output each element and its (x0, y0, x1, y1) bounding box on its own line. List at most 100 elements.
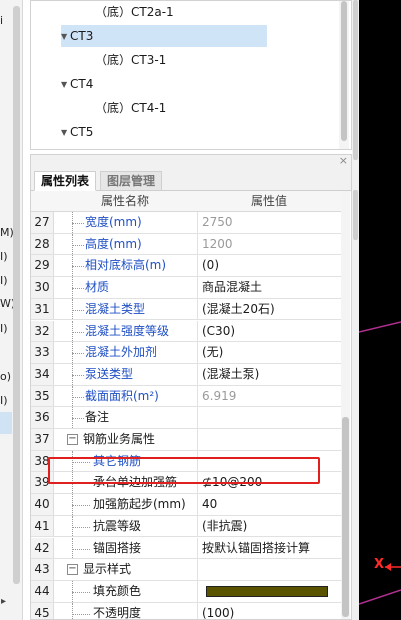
canvas-line (359, 589, 401, 605)
row-number: 31 (31, 298, 54, 320)
property-value[interactable] (197, 559, 341, 580)
property-row[interactable]: 27 宽度(mm) 2750 (31, 212, 341, 234)
tree-guide-line (72, 288, 84, 290)
fill-color-value[interactable] (197, 580, 341, 602)
color-swatch[interactable] (206, 585, 328, 597)
canvas-drawing (359, 321, 401, 605)
tree-scrollbar-thumb[interactable] (341, 1, 347, 141)
property-value[interactable]: (混凝土20石) (197, 298, 341, 320)
property-name: 抗震等级 (93, 518, 142, 533)
property-name: 高度(mm) (85, 236, 142, 251)
property-name: 泵送类型 (85, 366, 134, 381)
expand-arrow-icon[interactable]: ▼ (61, 74, 70, 96)
panel-title-bar: × (31, 155, 351, 169)
property-name: 显示样式 (83, 562, 132, 577)
tree-node[interactable]: ▼ CT5 (61, 121, 93, 143)
tab-layer-management[interactable]: 图层管理 (100, 171, 163, 191)
property-row[interactable]: 40 加强筋起步(mm) 40 (31, 494, 341, 516)
property-scrollbar[interactable] (341, 191, 350, 619)
property-row[interactable]: 32 混凝土强度等级 (C30) (31, 320, 341, 343)
expand-arrow-icon[interactable]: ▼ (61, 26, 70, 48)
property-row[interactable]: 30 材质 商品混凝土 (31, 277, 341, 299)
tree-guide-line (72, 548, 90, 550)
tree-node-label: （底）CT4-1 (95, 101, 167, 115)
drawing-canvas[interactable]: X (359, 0, 401, 620)
property-value[interactable]: 商品混凝土 (197, 277, 341, 298)
property-value[interactable]: 40 (197, 494, 341, 515)
row-number: 40 (31, 494, 54, 515)
property-value[interactable]: (混凝土泵) (197, 363, 341, 385)
property-row[interactable]: 35 截面面积(m²) 6.919 (31, 385, 341, 408)
row-number: 30 (31, 277, 54, 298)
property-name: 相对底标高(m) (85, 258, 167, 273)
row-number: 34 (31, 363, 54, 385)
tab-property-list[interactable]: 属性列表 (34, 171, 97, 191)
property-row[interactable]: 34 泵送类型 (混凝土泵) (31, 363, 341, 386)
tree-guide-line (72, 602, 73, 619)
property-name: 备注 (85, 410, 110, 425)
property-value[interactable]: (0) (197, 255, 341, 277)
tree-node[interactable]: （底）CT2a-1 (95, 1, 174, 23)
tree-guide-line (72, 223, 84, 224)
property-row[interactable]: 41 抗震等级 (非抗震) (31, 515, 341, 538)
row-number: 44 (31, 580, 54, 602)
tree-guide-line (72, 526, 90, 528)
property-row[interactable]: 33 混凝土外加剂 (无) (31, 342, 341, 364)
row-number: 42 (31, 537, 54, 559)
property-value[interactable]: (C30) (197, 320, 341, 342)
property-row[interactable]: 28 高度(mm) 1200 (31, 233, 341, 256)
property-value[interactable]: (非抗震) (197, 515, 341, 537)
property-value[interactable]: (100) (197, 602, 341, 619)
property-row[interactable]: 29 相对底标高(m) (0) (31, 255, 341, 278)
divider-scroll-thumb[interactable] (353, 190, 358, 240)
left-panel-label: I) (0, 394, 8, 407)
row-number: 27 (31, 212, 54, 233)
property-row[interactable]: 45 不透明度 (100) (31, 602, 341, 619)
property-row[interactable]: 36 备注 (31, 407, 341, 429)
tree-node[interactable]: （底）CT3-1 (95, 49, 166, 71)
property-name: 填充颜色 (93, 583, 142, 598)
panel-divider-scrollbar[interactable] (352, 0, 359, 620)
tree-guide-line (72, 244, 84, 246)
divider-scroll-thumb[interactable] (353, 0, 358, 160)
row-number: 37 (31, 429, 54, 450)
property-row[interactable]: 43 − 显示样式 (31, 559, 341, 581)
expand-arrow-icon[interactable]: ▼ (61, 122, 70, 144)
property-value[interactable] (197, 429, 341, 450)
property-row[interactable]: 42 锚固搭接 按默认锚固搭接计算 (31, 537, 341, 560)
header-property-name: 属性名称 (101, 194, 150, 208)
tree-node-selected[interactable]: ▼ CT3 (61, 25, 267, 47)
property-row[interactable]: 37 − 钢筋业务属性 (31, 429, 341, 451)
component-tree: （底）CT2a-1 ▼ CT3 （底）CT3-1 ▼ CT4 （底）CT4-1 ▼ C… (30, 0, 352, 150)
collapse-toggle-icon[interactable]: − (67, 434, 78, 445)
tree-node[interactable]: ▼ CT4 (61, 73, 93, 95)
left-panel-label: i (0, 14, 4, 27)
property-row[interactable]: 44 填充颜色 (31, 580, 341, 603)
left-panel-label: I) (0, 250, 8, 263)
property-value[interactable]: 1200 (197, 233, 341, 255)
property-value[interactable]: (无) (197, 342, 341, 363)
tree-guide-line (72, 331, 84, 333)
property-name: 混凝土类型 (85, 301, 146, 316)
property-value[interactable]: 按默认锚固搭接计算 (197, 537, 341, 559)
tree-node-label: CT3 (70, 29, 94, 43)
scroll-right-arrow-icon[interactable]: ▸ (1, 596, 6, 607)
tree-guide-line (72, 266, 84, 268)
x-axis-label: X (374, 557, 385, 572)
left-panel-selected-item[interactable] (0, 412, 12, 434)
property-value[interactable] (197, 407, 341, 428)
property-scrollbar-thumb[interactable] (342, 417, 349, 617)
panel-tabs: 属性列表 图层管理 (31, 169, 351, 191)
left-panel-scrollbar[interactable] (13, 6, 20, 584)
property-row[interactable]: 31 混凝土类型 (混凝土20石) (31, 298, 341, 321)
tree-scrollbar[interactable] (339, 1, 349, 149)
collapse-toggle-icon[interactable]: − (67, 564, 78, 576)
close-icon[interactable]: × (339, 155, 348, 167)
tree-node[interactable]: （底）CT4-1 (95, 97, 166, 119)
tree-node-label: （底）CT2a-1 (95, 5, 174, 19)
row-number: 43 (31, 559, 54, 580)
property-value[interactable]: 2750 (197, 212, 341, 233)
property-value[interactable]: 6.919 (197, 385, 341, 407)
property-name: 混凝土强度等级 (85, 323, 170, 338)
property-name: 混凝土外加剂 (85, 345, 158, 360)
